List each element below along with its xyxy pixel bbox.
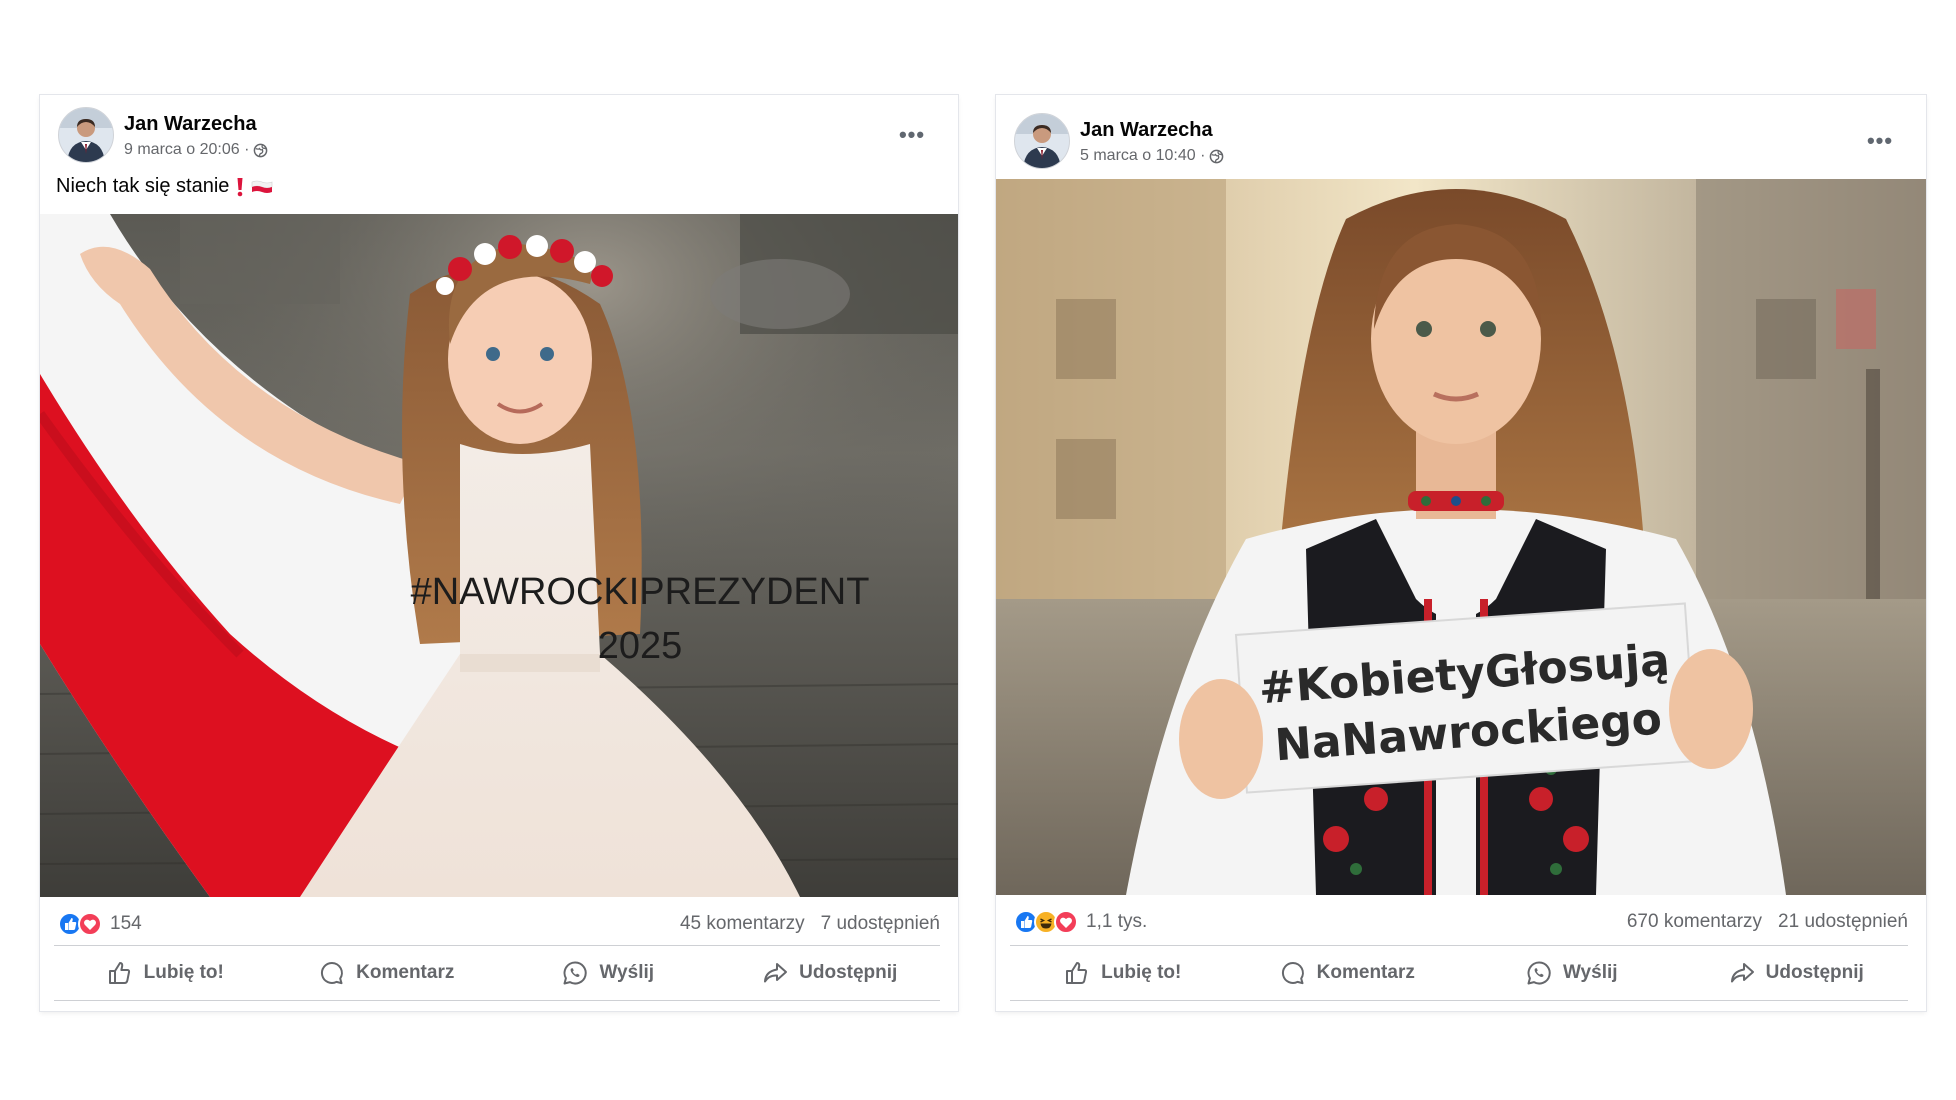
post-image-girl-with-flag[interactable]: #NAWROCKIPREZYDENT 2025 bbox=[40, 214, 958, 897]
share-button[interactable]: Udostępnij bbox=[719, 948, 941, 998]
divider bbox=[1010, 945, 1908, 946]
send-button[interactable]: Wyślij bbox=[497, 948, 719, 998]
comment-bubble-icon bbox=[321, 961, 344, 985]
like-button[interactable]: Lubię to! bbox=[1010, 948, 1235, 998]
poland-flag-emoji-icon bbox=[252, 180, 273, 193]
more-options-icon[interactable]: ••• bbox=[1860, 121, 1900, 161]
image-overlay-line-2: 2025 bbox=[598, 625, 683, 667]
like-button[interactable]: Lubię to! bbox=[54, 948, 276, 998]
more-options-icon[interactable]: ••• bbox=[892, 115, 932, 155]
post-stats: 154 45 komentarzy 7 udostępnień bbox=[58, 907, 940, 941]
reaction-count[interactable]: 1,1 tys. bbox=[1086, 911, 1147, 933]
divider bbox=[54, 945, 940, 946]
post-caption: Niech tak się stanie bbox=[56, 175, 273, 198]
globe-icon bbox=[254, 143, 268, 157]
comment-count[interactable]: 45 komentarzy bbox=[680, 913, 805, 935]
post-date[interactable]: 5 marca o 10:40 · bbox=[1080, 147, 1205, 165]
share-label: Udostępnij bbox=[799, 962, 898, 983]
exclamation-emoji-icon bbox=[237, 177, 243, 196]
post-image-woman-with-sign[interactable]: #KobietyGłosują NaNawrockiego bbox=[996, 179, 1926, 895]
divider bbox=[54, 1000, 940, 1001]
divider bbox=[1010, 1000, 1908, 1001]
comment-count[interactable]: 670 komentarzy bbox=[1627, 911, 1762, 933]
post-actions: Lubię to! Komentarz Wyślij Udostępnij bbox=[54, 948, 940, 998]
post-header: Jan Warzecha 9 marca o 20:06 · ••• bbox=[58, 107, 940, 169]
comment-button[interactable]: Komentarz bbox=[1235, 948, 1460, 998]
author-name[interactable]: Jan Warzecha bbox=[124, 113, 257, 136]
whatsapp-icon bbox=[1527, 961, 1551, 985]
post-stats: 1,1 tys. 670 komentarzy 21 udostępnień bbox=[1014, 905, 1908, 939]
globe-icon bbox=[1210, 149, 1224, 163]
author-name[interactable]: Jan Warzecha bbox=[1080, 119, 1213, 142]
post-meta: 9 marca o 20:06 · bbox=[124, 141, 268, 159]
facebook-post-2: Jan Warzecha 5 marca o 10:40 · ••• #Kobi… bbox=[996, 95, 1926, 1011]
image-overlay-line-1: #NAWROCKIPREZYDENT bbox=[411, 571, 870, 613]
post-header: Jan Warzecha 5 marca o 10:40 · ••• bbox=[1014, 113, 1908, 175]
share-button[interactable]: Udostępnij bbox=[1684, 948, 1909, 998]
share-arrow-icon bbox=[1730, 963, 1754, 983]
like-label: Lubię to! bbox=[143, 962, 224, 983]
whatsapp-icon bbox=[563, 961, 588, 985]
comment-label: Komentarz bbox=[1316, 962, 1415, 983]
author-avatar[interactable] bbox=[1014, 113, 1070, 169]
share-label: Udostępnij bbox=[1765, 962, 1864, 983]
share-count[interactable]: 21 udostępnień bbox=[1778, 911, 1908, 933]
caption-text: Niech tak się stanie bbox=[56, 175, 230, 197]
post-meta: 5 marca o 10:40 · bbox=[1080, 147, 1224, 165]
post-actions: Lubię to! Komentarz Wyślij Udostępnij bbox=[1010, 948, 1908, 998]
facebook-post-1: Jan Warzecha 9 marca o 20:06 · ••• Niech… bbox=[40, 95, 958, 1011]
send-label: Wyślij bbox=[1562, 962, 1618, 983]
comment-label: Komentarz bbox=[356, 962, 455, 983]
post-date[interactable]: 9 marca o 20:06 · bbox=[124, 141, 249, 159]
reaction-icons[interactable] bbox=[1014, 910, 1078, 934]
love-reaction-icon bbox=[78, 912, 102, 936]
send-label: Wyślij bbox=[599, 962, 655, 983]
reaction-icons[interactable] bbox=[58, 912, 102, 936]
comment-button[interactable]: Komentarz bbox=[276, 948, 498, 998]
like-label: Lubię to! bbox=[1101, 962, 1182, 983]
share-arrow-icon bbox=[764, 963, 788, 983]
love-reaction-icon bbox=[1054, 910, 1078, 934]
reaction-count[interactable]: 154 bbox=[110, 913, 142, 935]
send-button[interactable]: Wyślij bbox=[1459, 948, 1684, 998]
share-count[interactable]: 7 udostępnień bbox=[821, 913, 940, 935]
comment-bubble-icon bbox=[1281, 961, 1304, 985]
author-avatar[interactable] bbox=[58, 107, 114, 163]
thumbs-up-icon bbox=[108, 962, 130, 984]
thumbs-up-icon bbox=[1066, 962, 1088, 984]
